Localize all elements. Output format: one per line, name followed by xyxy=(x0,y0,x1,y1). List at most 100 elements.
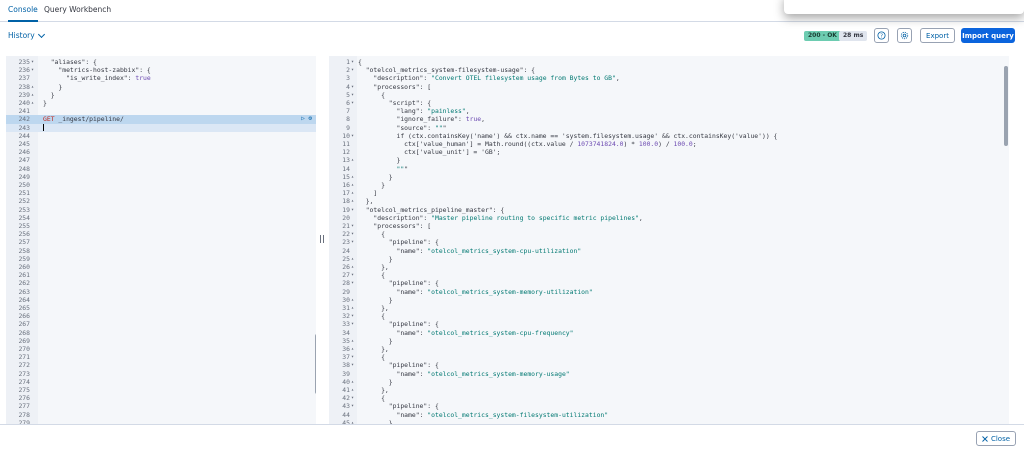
response-line: 15 ▴ } xyxy=(329,173,1009,181)
fold-arrow-icon[interactable]: ▾ xyxy=(351,99,354,107)
unfold-arrow-icon[interactable]: ▴ xyxy=(351,304,354,312)
request-line: 246 xyxy=(6,148,316,156)
code-text: ] xyxy=(358,189,378,198)
response-line: 39 "name": "otelcol_metrics_system-memor… xyxy=(329,370,1009,378)
tab-query-workbench[interactable]: Query Workbench xyxy=(44,5,111,22)
line-number: 275 xyxy=(18,386,30,394)
line-number: 33 xyxy=(342,320,350,329)
fold-arrow-icon[interactable]: ▾ xyxy=(351,206,354,214)
export-button[interactable]: Export xyxy=(920,28,955,43)
code-text: "is_write_index": true xyxy=(66,74,151,83)
line-number: 14 xyxy=(342,164,350,173)
request-editor[interactable]: 235 ▾ "aliases": {236 ▾ "metrics-host-zabb… xyxy=(6,56,316,424)
fold-arrow-icon[interactable]: ▾ xyxy=(351,279,354,287)
fold-arrow-icon[interactable]: ▾ xyxy=(351,91,354,99)
request-line: 277 xyxy=(6,402,316,410)
fold-arrow-icon[interactable]: ▾ xyxy=(351,58,354,66)
response-line: 14 """ xyxy=(329,165,1009,173)
unfold-arrow-icon[interactable]: ▴ xyxy=(31,99,34,107)
close-button[interactable]: Close xyxy=(976,431,1016,446)
response-line: 1 ▾ { xyxy=(329,58,1009,66)
fold-arrow-icon[interactable]: ▾ xyxy=(31,58,34,66)
unfold-arrow-icon[interactable]: ▴ xyxy=(351,386,354,394)
unfold-arrow-icon[interactable]: ▴ xyxy=(351,181,354,189)
line-number: 25 xyxy=(342,254,350,263)
request-line: 244 xyxy=(6,132,316,140)
line-number: 21 xyxy=(342,222,350,230)
request-line: 251 xyxy=(6,189,316,197)
response-line: 30 ▴ } xyxy=(329,296,1009,304)
line-number: 16 xyxy=(342,181,350,189)
line-number: 239 xyxy=(18,90,30,99)
response-line: 23 ▾ "pipeline": { xyxy=(329,238,1009,246)
line-number: 11 xyxy=(342,140,350,148)
code-text: { xyxy=(358,271,385,280)
response-line: 17 ▴ ] xyxy=(329,189,1009,197)
import-query-button[interactable]: Import query xyxy=(961,28,1015,43)
line-number: 15 xyxy=(342,172,350,181)
fold-arrow-icon[interactable]: ▾ xyxy=(351,320,354,328)
code-text: ctx['value_unit'] = 'GB'; xyxy=(358,148,501,157)
resize-handle[interactable] xyxy=(320,235,324,243)
unfold-arrow-icon[interactable]: ▴ xyxy=(31,83,34,91)
fold-arrow-icon[interactable]: ▾ xyxy=(351,238,354,246)
close-label: Close xyxy=(990,434,1011,443)
code-text: "description": "Master pipeline routing … xyxy=(373,213,643,222)
line-number: 266 xyxy=(18,312,30,321)
request-line: 266 xyxy=(6,312,316,320)
unfold-arrow-icon[interactable]: ▴ xyxy=(351,337,354,345)
settings-button[interactable] xyxy=(897,28,912,43)
unfold-arrow-icon[interactable]: ▴ xyxy=(351,345,354,353)
fold-arrow-icon[interactable]: ▾ xyxy=(351,230,354,238)
response-line: 6 ▾ "script": { xyxy=(329,99,1009,107)
fold-arrow-icon[interactable]: ▾ xyxy=(351,83,354,91)
request-editor-scrollbar[interactable] xyxy=(315,334,316,394)
line-number: 242 xyxy=(18,115,30,124)
tab-console[interactable]: Console xyxy=(8,5,38,22)
fold-arrow-icon[interactable]: ▾ xyxy=(31,66,34,74)
line-number: 269 xyxy=(18,336,30,345)
line-number: 237 xyxy=(18,74,30,83)
unfold-arrow-icon[interactable]: ▴ xyxy=(351,255,354,263)
play-icon[interactable]: ▷ xyxy=(301,115,305,122)
fold-arrow-icon[interactable]: ▾ xyxy=(351,66,354,74)
line-number: 24 xyxy=(342,246,350,255)
code-text: { xyxy=(358,58,362,66)
line-number: 267 xyxy=(18,320,30,329)
fold-arrow-icon[interactable]: ▾ xyxy=(351,312,354,320)
fold-arrow-icon[interactable]: ▾ xyxy=(351,132,354,140)
wrench-icon[interactable]: ⚙ xyxy=(308,115,312,122)
request-line: 263 xyxy=(6,288,316,296)
history-button[interactable]: History xyxy=(8,30,45,40)
unfold-arrow-icon[interactable]: ▴ xyxy=(351,189,354,197)
fold-arrow-icon[interactable]: ▾ xyxy=(351,361,354,369)
response-line: 2 ▾ "otelcol_metrics_system-filesystem-us… xyxy=(329,66,1009,74)
line-number: 12 xyxy=(342,148,350,157)
unfold-arrow-icon[interactable]: ▴ xyxy=(351,173,354,181)
line-number: 38 xyxy=(342,361,350,370)
unfold-arrow-icon[interactable]: ▴ xyxy=(351,263,354,271)
response-line: 3 "description": "Convert OTEL filesyste… xyxy=(329,74,1009,82)
unfold-arrow-icon[interactable]: ▴ xyxy=(351,156,354,164)
unfold-arrow-icon[interactable]: ▴ xyxy=(351,296,354,304)
fold-arrow-icon[interactable]: ▾ xyxy=(351,394,354,402)
fold-arrow-icon[interactable]: ▾ xyxy=(351,353,354,361)
fold-arrow-icon[interactable]: ▾ xyxy=(351,271,354,279)
unfold-arrow-icon[interactable]: ▴ xyxy=(351,197,354,205)
fold-arrow-icon[interactable]: ▾ xyxy=(351,222,354,230)
help-button[interactable]: ? xyxy=(874,28,889,43)
response-viewer-scrollbar[interactable] xyxy=(1004,66,1008,146)
unfold-arrow-icon[interactable]: ▴ xyxy=(351,378,354,386)
code-text: "name": "otelcol_metrics_system-cpu-freq… xyxy=(396,328,574,337)
request-line: 261 xyxy=(6,271,316,279)
code-text: } xyxy=(358,336,393,345)
response-line: 32 ▾ { xyxy=(329,312,1009,320)
unfold-arrow-icon[interactable]: ▴ xyxy=(31,91,34,99)
line-number: 244 xyxy=(18,131,30,140)
request-line: 278 xyxy=(6,411,316,419)
fold-arrow-icon[interactable]: ▾ xyxy=(351,402,354,410)
line-number: 6 xyxy=(346,99,350,107)
request-line: 252 xyxy=(6,197,316,205)
response-line: 20 "description": "Master pipeline routi… xyxy=(329,214,1009,222)
request-line: 271 xyxy=(6,353,316,361)
